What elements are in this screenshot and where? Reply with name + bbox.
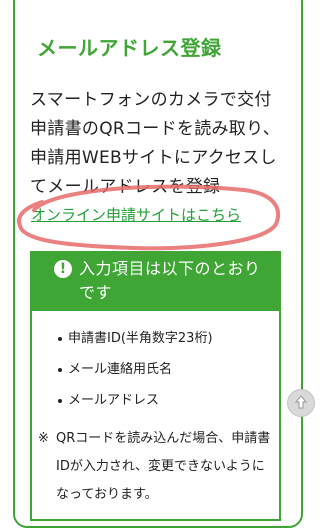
arrow-up-icon <box>295 395 307 409</box>
note: ※ QRコードを読み込んだ場合、申請書IDが入力され、変更できないようになってお… <box>38 425 272 509</box>
scroll-to-top-button[interactable] <box>287 389 315 417</box>
input-items-list: 申請書ID(半角数字23桁) メール連絡用氏名 メールアドレス <box>56 323 213 416</box>
list-item: メールアドレス <box>56 385 213 416</box>
info-box: ! 入力項目は以下のとおりです 申請書ID(半角数字23桁) メール連絡用氏名 … <box>30 251 281 521</box>
list-item: メール連絡用氏名 <box>56 354 213 385</box>
list-item: 申請書ID(半角数字23桁) <box>56 323 213 354</box>
exclamation-icon: ! <box>54 260 72 278</box>
note-mark: ※ <box>38 431 49 446</box>
section-title: メールアドレス登録 <box>37 36 222 60</box>
section-description: スマートフォンのカメラで交付申請書のQRコードを読み取り、申請用WEBサイトにア… <box>30 90 281 197</box>
note-text: QRコードを読み込んだ場合、申請書IDが入力され、変更できないようになっておりま… <box>56 431 271 502</box>
online-application-link[interactable]: オンライン申請サイトはこちら <box>31 204 241 225</box>
info-title: 入力項目は以下のとおりです <box>79 259 261 302</box>
info-header: ! 入力項目は以下のとおりです <box>32 253 279 311</box>
